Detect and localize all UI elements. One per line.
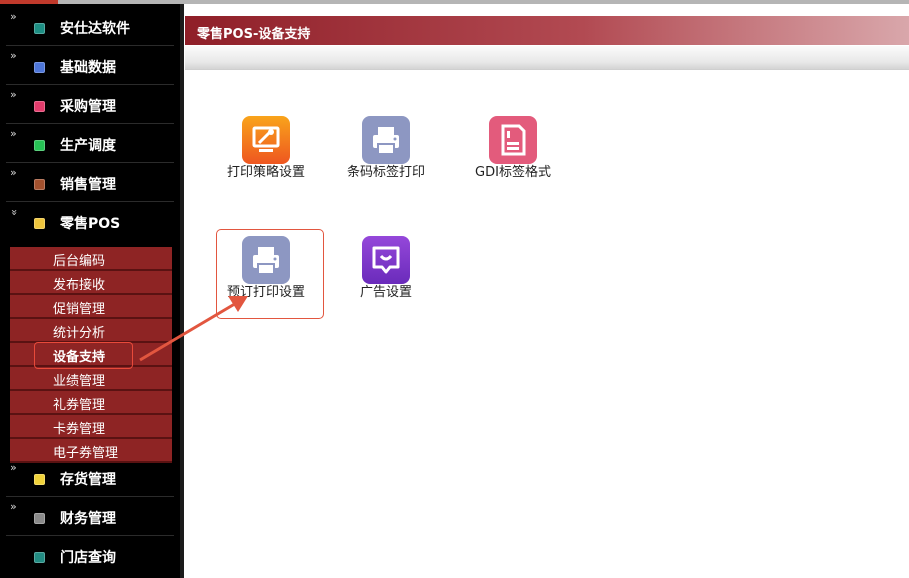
tile-label: 广告设置 [359,285,412,300]
sidebar-item-label: 销售管理 [60,177,116,193]
sidebar-item-base-data[interactable]: » 基础数据 [0,47,178,85]
tile-label: GDI标签格式 [475,165,551,180]
page-title-bar: 零售POS-设备支持 [185,16,909,45]
sidebar-item-label: 门店查询 [60,550,116,566]
teal-square-icon [34,23,45,34]
document-icon [489,116,537,164]
tile-gdi-label-format[interactable]: GDI标签格式 [473,116,553,180]
sidebar-item-sales[interactable]: » 销售管理 [0,164,178,202]
sidebar-item-label: 财务管理 [60,511,116,527]
page-title: 零售POS-设备支持 [197,27,311,42]
gray-square-icon [34,513,45,524]
sidebar-item-retail-pos[interactable]: » 零售POS [0,203,178,241]
tile-print-strategy[interactable]: 打印策略设置 [226,116,306,180]
sidebar-item-anshida[interactable]: » 安仕达软件 [0,8,178,46]
sidebar-item-label: 采购管理 [60,99,116,115]
submenu-item[interactable]: 业绩管理 [10,367,172,391]
printer-icon [362,116,410,164]
sidebar-item-label: 零售POS [60,216,121,232]
blue-square-icon [34,62,45,73]
double-chevron-right-icon: » [10,500,17,513]
sidebar-item-inventory[interactable]: » 存货管理 [0,459,178,497]
yellow-square-icon [34,474,45,485]
double-chevron-right-icon: » [10,166,17,179]
toolbar [185,46,909,70]
wrench-monitor-icon [242,116,290,164]
submenu-item[interactable]: 发布接收 [10,271,172,295]
tile-barcode-label-print[interactable]: 条码标签打印 [346,116,426,180]
display-icon [362,236,410,284]
sidebar-item-finance[interactable]: » 财务管理 [0,498,178,536]
sidebar-item-purchase[interactable]: » 采购管理 [0,86,178,124]
double-chevron-right-icon: » [10,88,17,101]
submenu-item[interactable]: 礼券管理 [10,391,172,415]
sidebar-divider [180,4,184,578]
brown-square-icon [34,179,45,190]
sidebar-item-label: 安仕达软件 [60,21,130,37]
sidebar-item-label: 存货管理 [60,472,116,488]
green-square-icon [34,140,45,151]
double-chevron-down-icon: » [7,209,21,216]
tile-highlight-box [216,229,324,319]
tile-ad-settings[interactable]: 广告设置 [346,236,426,300]
submenu-item[interactable]: 促销管理 [10,295,172,319]
tile-label: 打印策略设置 [226,165,305,180]
double-chevron-right-icon: » [10,461,17,474]
submenu-item-device-support[interactable]: 设备支持 [10,343,172,367]
double-chevron-right-icon: » [10,49,17,62]
double-chevron-right-icon: » [10,127,17,140]
tile-label: 条码标签打印 [346,165,425,180]
sidebar-item-label: 基础数据 [60,60,116,76]
double-chevron-right-icon: » [10,10,17,23]
pink-square-icon [34,101,45,112]
submenu-item[interactable]: 卡券管理 [10,415,172,439]
sidebar-item-label: 生产调度 [60,138,116,154]
sidebar-item-production[interactable]: » 生产调度 [0,125,178,163]
teal-square-icon [34,552,45,563]
submenu-item[interactable]: 后台编码 [10,247,172,271]
yellow-square-icon [34,218,45,229]
sidebar-item-store-query[interactable]: 门店查询 [0,537,178,575]
submenu-item[interactable]: 统计分析 [10,319,172,343]
